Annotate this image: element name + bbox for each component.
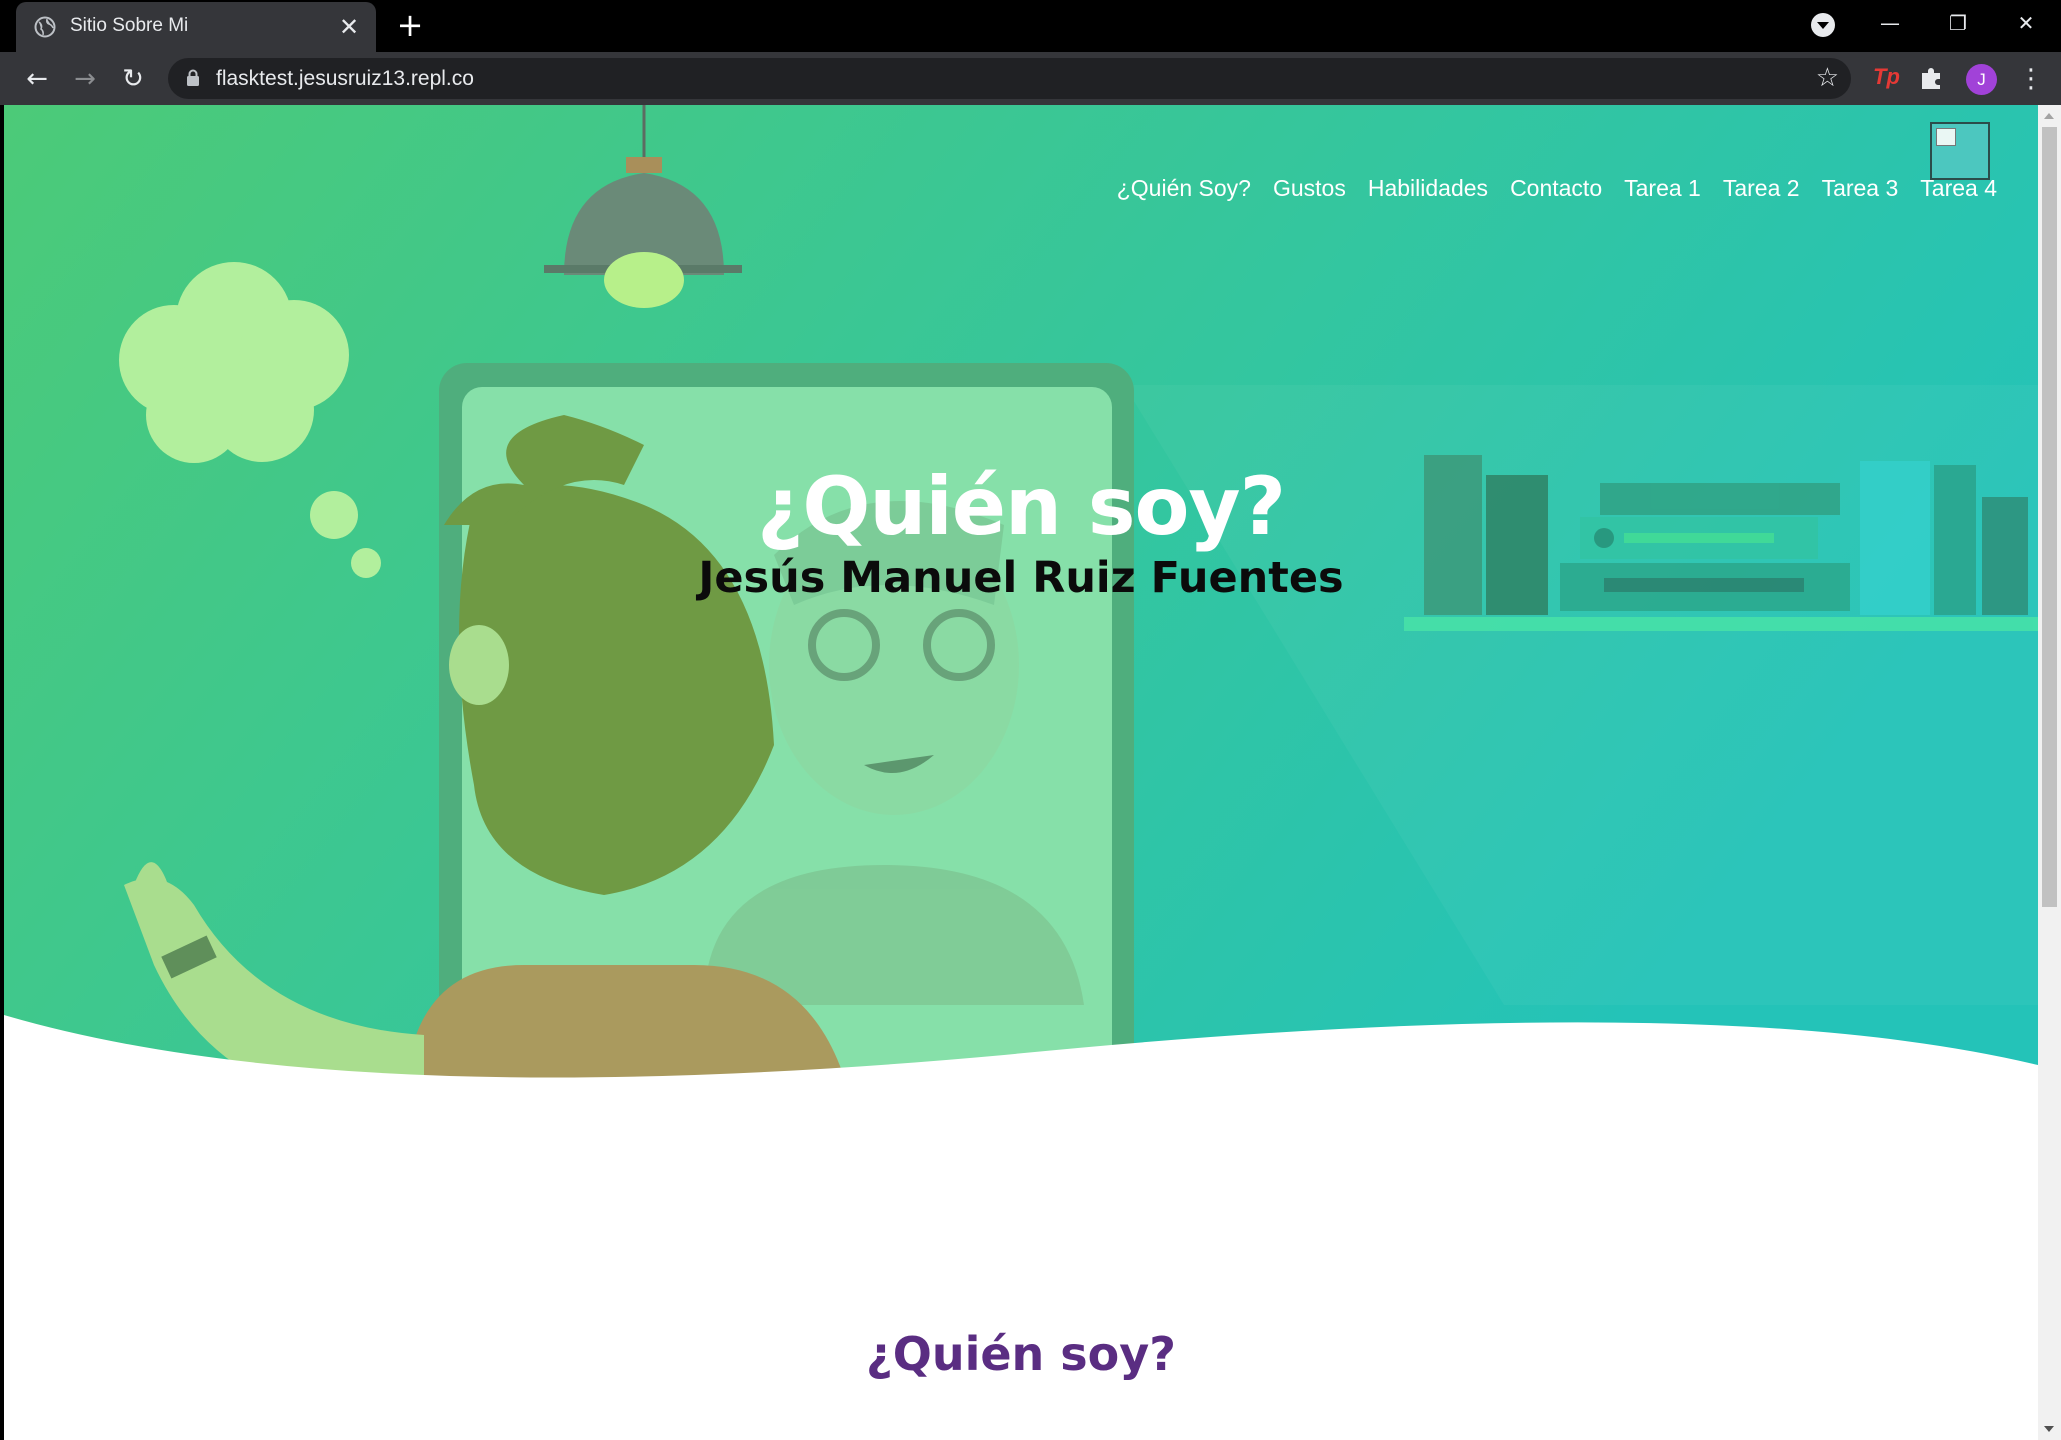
nav-item-tarea-1[interactable]: Tarea 1 xyxy=(1613,175,1712,202)
scroll-down-icon[interactable] xyxy=(2044,1426,2054,1432)
hero-illustration xyxy=(4,105,2038,1125)
nav-item-quien-soy[interactable]: ¿Quién Soy? xyxy=(1106,175,1262,202)
globe-icon xyxy=(34,16,56,38)
nav-item-gustos[interactable]: Gustos xyxy=(1262,175,1357,202)
extension-tp-icon[interactable]: Tp xyxy=(1873,64,1905,94)
page-scrollbar[interactable] xyxy=(2038,105,2061,1440)
menu-dots-icon[interactable]: ⋮ xyxy=(2018,62,2044,96)
nav-item-tarea-2[interactable]: Tarea 2 xyxy=(1712,175,1811,202)
nav-item-tarea-3[interactable]: Tarea 3 xyxy=(1811,175,1910,202)
hero-section: ¿Quién Soy? Gustos Habilidades Contacto … xyxy=(4,105,2038,1125)
nav-item-tarea-4[interactable]: Tarea 4 xyxy=(1909,175,2008,202)
back-arrow-icon[interactable]: ← xyxy=(20,62,54,96)
broken-image-icon xyxy=(1936,128,1956,146)
close-tab-icon[interactable]: ✕ xyxy=(336,14,362,40)
nav-item-contacto[interactable]: Contacto xyxy=(1499,175,1613,202)
bookmark-star-icon[interactable]: ☆ xyxy=(1816,62,1839,94)
restore-button[interactable]: ❐ xyxy=(1932,6,1984,40)
tab-search-icon[interactable] xyxy=(1811,13,1835,37)
scroll-up-icon[interactable] xyxy=(2044,113,2054,119)
page-viewport: ¿Quién Soy? Gustos Habilidades Contacto … xyxy=(4,105,2038,1440)
main-nav: ¿Quién Soy? Gustos Habilidades Contacto … xyxy=(1106,175,2008,202)
nav-item-habilidades[interactable]: Habilidades xyxy=(1357,175,1499,202)
close-window-button[interactable]: ✕ xyxy=(2000,6,2052,40)
lock-icon xyxy=(187,69,199,86)
new-tab-button[interactable]: + xyxy=(393,9,427,43)
section-title: ¿Quién soy? xyxy=(866,1327,1176,1381)
tab-title: Sitio Sobre Mi xyxy=(70,15,189,36)
minimize-button[interactable]: — xyxy=(1864,6,1916,40)
address-bar[interactable]: flasktest.jesusruiz13.repl.co ☆ xyxy=(168,58,1851,99)
hero-subtitle: Jesús Manuel Ruiz Fuentes xyxy=(698,553,1344,603)
forward-arrow-icon[interactable]: → xyxy=(68,62,102,96)
browser-toolbar: ← → ↻ flasktest.jesusruiz13.repl.co ☆ Tp… xyxy=(0,52,2061,105)
site-logo-image[interactable] xyxy=(1930,122,1990,180)
scrollbar-thumb[interactable] xyxy=(2042,127,2057,907)
profile-avatar[interactable]: J xyxy=(1966,64,1997,95)
hero-title: ¿Quién soy? xyxy=(757,460,1286,553)
url-text: flasktest.jesusruiz13.repl.co xyxy=(216,67,474,90)
extensions-puzzle-icon[interactable] xyxy=(1918,65,1946,93)
reload-icon[interactable]: ↻ xyxy=(116,62,150,96)
tab-bar: Sitio Sobre Mi ✕ + — ❐ ✕ xyxy=(0,0,2061,52)
browser-tab[interactable]: Sitio Sobre Mi ✕ xyxy=(16,2,376,52)
